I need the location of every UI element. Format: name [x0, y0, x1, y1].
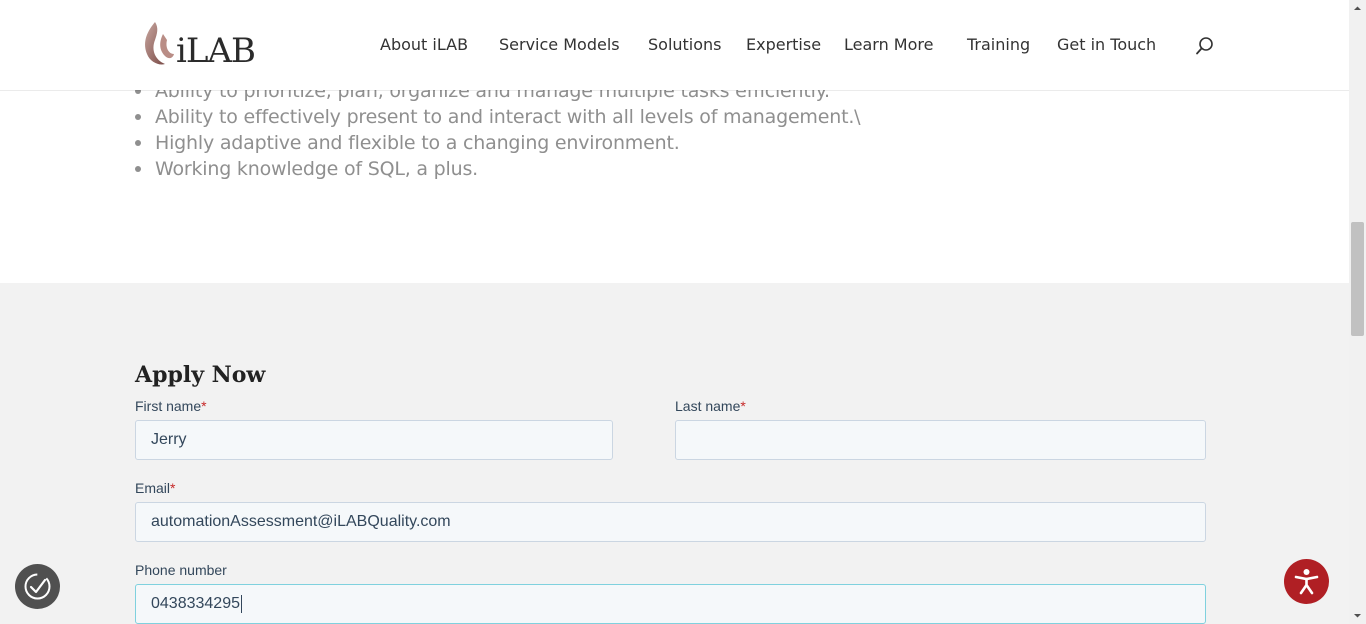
last-name-field[interactable] [675, 420, 1206, 460]
cookie-check-icon [24, 573, 51, 600]
nav-get-in-touch[interactable]: Get in Touch [1057, 35, 1156, 55]
nav-training[interactable]: Training [967, 35, 1030, 55]
nav-about-ilab[interactable]: About iLAB [380, 35, 468, 55]
first-name-field[interactable]: Jerry [135, 420, 613, 460]
requirements-list: Ability to prioritize, plan, organize an… [134, 78, 861, 182]
first-name-label: First name* [135, 398, 207, 414]
search-icon[interactable] [1195, 36, 1215, 56]
required-marker: * [170, 480, 176, 496]
logo-text: iLAB [176, 31, 256, 71]
form-title: Apply Now [135, 362, 266, 388]
email-label: Email* [135, 480, 176, 496]
list-item: Ability to effectively present to and in… [134, 106, 861, 128]
list-item: Working knowledge of SQL, a plus. [134, 156, 860, 182]
accessibility-icon [1294, 569, 1319, 595]
phone-value: 0438334295 [151, 595, 240, 612]
scrollbar-thumb[interactable] [1351, 222, 1364, 336]
phone-label: Phone number [135, 562, 227, 578]
scroll-up-arrow-icon[interactable] [1352, 3, 1363, 14]
nav-expertise[interactable]: Expertise [746, 35, 821, 55]
required-marker: * [740, 398, 746, 414]
text-caret [240, 594, 242, 613]
nav-service-models[interactable]: Service Models [499, 35, 620, 55]
accessibility-button[interactable] [1284, 559, 1329, 604]
cookie-consent-button[interactable] [15, 564, 60, 609]
nav-solutions[interactable]: Solutions [648, 35, 722, 55]
nav-learn-more[interactable]: Learn More [844, 35, 933, 55]
list-item: Highly adaptive and flexible to a changi… [134, 130, 860, 156]
scroll-down-arrow-icon[interactable] [1352, 610, 1363, 621]
flame-icon [145, 22, 174, 65]
required-marker: * [201, 398, 207, 414]
site-header: iLAB About iLAB Service Models Solutions… [0, 0, 1349, 90]
last-name-label: Last name* [675, 398, 746, 414]
phone-field[interactable]: 0438334295 [135, 584, 1206, 624]
email-field[interactable]: automationAssessment@iLABQuality.com [135, 502, 1206, 542]
